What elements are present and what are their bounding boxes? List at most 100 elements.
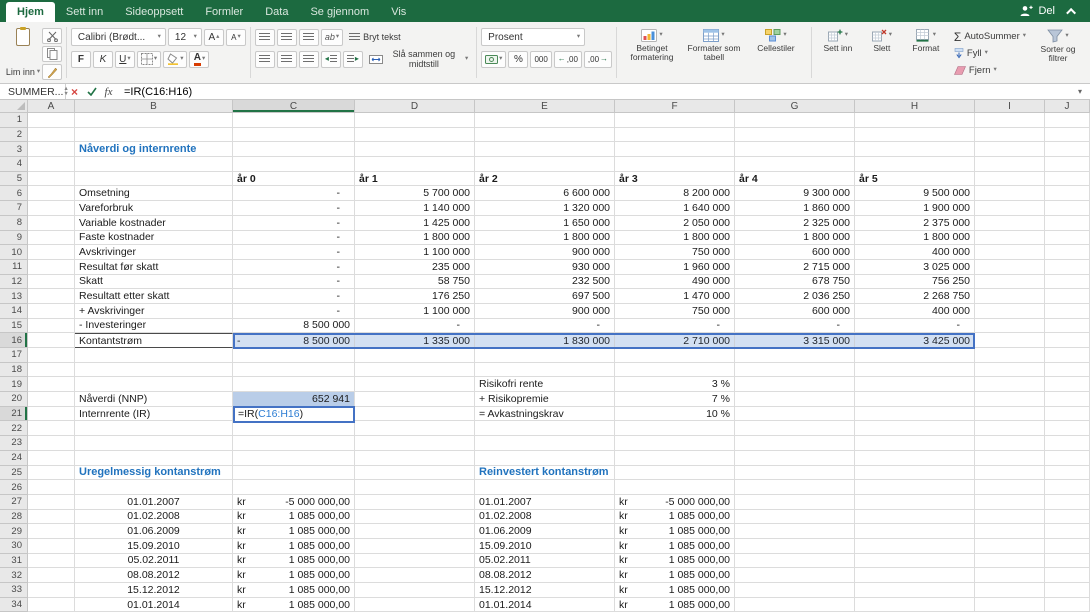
tab-formler[interactable]: Formler <box>194 2 254 22</box>
row-header-22[interactable]: 22 <box>0 421 28 437</box>
cell-C23[interactable] <box>233 436 355 451</box>
cell-J24[interactable] <box>1045 450 1090 466</box>
borders-button[interactable]: ▾ <box>136 50 162 68</box>
cell-C24[interactable] <box>233 450 355 466</box>
column-header-B[interactable]: B <box>75 100 233 113</box>
cell-F17[interactable] <box>615 348 735 363</box>
cell-G10[interactable]: 600 000 <box>735 245 855 260</box>
cell-F18[interactable] <box>615 362 735 378</box>
cell-E23[interactable] <box>475 436 615 451</box>
decrease-font-size-button[interactable]: A ▾ <box>225 28 246 46</box>
row-header-23[interactable]: 23 <box>0 436 28 451</box>
cell-E16[interactable]: 1 830 000 <box>475 333 615 348</box>
cell-C19[interactable] <box>233 377 355 393</box>
cell-D5[interactable]: år 1 <box>355 171 475 187</box>
cell-D8[interactable]: 1 425 000 <box>355 215 475 231</box>
cell-C29[interactable]: kr 1 085 000,00 <box>233 524 355 539</box>
cell-F29[interactable]: kr 1 085 000,00 <box>615 524 735 539</box>
cell-H17[interactable] <box>855 348 975 363</box>
row-header-20[interactable]: 20 <box>0 392 28 407</box>
cell-G9[interactable]: 1 800 000 <box>735 230 855 246</box>
tab-se-gjennom[interactable]: Se gjennom <box>299 2 380 22</box>
cell-D1[interactable] <box>355 113 475 128</box>
cell-J26[interactable] <box>1045 480 1090 495</box>
cell-I24[interactable] <box>975 450 1045 466</box>
comma-format-button[interactable]: 000 <box>530 50 552 68</box>
align-center-button[interactable] <box>276 50 297 68</box>
active-cell-edit-C21[interactable]: =IR(C16:H16) <box>233 406 355 423</box>
text-orientation-button[interactable]: ab ▾ <box>320 28 344 46</box>
cell-H9[interactable]: 1 800 000 <box>855 230 975 246</box>
cell-A8[interactable] <box>28 215 75 231</box>
cell-F22[interactable] <box>615 421 735 437</box>
cell-E14[interactable]: 900 000 <box>475 303 615 319</box>
row-header-24[interactable]: 24 <box>0 450 28 466</box>
cell-D18[interactable] <box>355 362 475 378</box>
decrease-decimal-button[interactable]: ,00 → <box>583 50 613 68</box>
cell-D15[interactable]: - <box>355 318 475 334</box>
cell-F34[interactable]: kr 1 085 000,00 <box>615 597 735 613</box>
cell-B8[interactable]: Variable kostnader <box>75 215 233 231</box>
cell-B14[interactable]: + Avskrivinger <box>75 303 233 319</box>
cell-I29[interactable] <box>975 524 1045 539</box>
cell-B22[interactable] <box>75 421 233 437</box>
cell-F12[interactable]: 490 000 <box>615 274 735 290</box>
cell-E18[interactable] <box>475 362 615 378</box>
cell-I8[interactable] <box>975 215 1045 231</box>
cell-F31[interactable]: kr 1 085 000,00 <box>615 553 735 569</box>
cell-C6[interactable]: - <box>233 186 355 202</box>
cell-E34[interactable]: 01.01.2014 <box>475 597 615 613</box>
cell-C9[interactable]: - <box>233 230 355 246</box>
row-header-17[interactable]: 17 <box>0 348 28 363</box>
cell-C33[interactable]: kr 1 085 000,00 <box>233 583 355 598</box>
cell-B20[interactable]: Nåverdi (NNP) <box>75 392 233 407</box>
cell-F8[interactable]: 2 050 000 <box>615 215 735 231</box>
cell-G34[interactable] <box>735 597 855 613</box>
cell-F7[interactable]: 1 640 000 <box>615 201 735 216</box>
cell-J19[interactable] <box>1045 377 1090 393</box>
cell-G30[interactable] <box>735 538 855 554</box>
cell-E1[interactable] <box>475 113 615 128</box>
cell-F19[interactable]: 3 % <box>615 377 735 393</box>
cell-C8[interactable]: - <box>233 215 355 231</box>
cell-A16[interactable] <box>28 333 75 348</box>
cell-F5[interactable]: år 3 <box>615 171 735 187</box>
cell-C2[interactable] <box>233 127 355 143</box>
cell-I20[interactable] <box>975 392 1045 407</box>
cell-B12[interactable]: Skatt <box>75 274 233 290</box>
cell-D29[interactable] <box>355 524 475 539</box>
cell-G4[interactable] <box>735 157 855 172</box>
cell-I22[interactable] <box>975 421 1045 437</box>
cell-G13[interactable]: 2 036 250 <box>735 289 855 304</box>
cell-F32[interactable]: kr 1 085 000,00 <box>615 568 735 583</box>
cell-A28[interactable] <box>28 509 75 525</box>
cell-C5[interactable]: år 0 <box>233 171 355 187</box>
select-all-corner[interactable] <box>0 100 28 113</box>
cell-F25[interactable] <box>615 465 735 481</box>
cell-G17[interactable] <box>735 348 855 363</box>
cell-J22[interactable] <box>1045 421 1090 437</box>
merge-center-button[interactable]: Slå sammen og midtstill ▾ <box>365 49 472 69</box>
cell-A23[interactable] <box>28 436 75 451</box>
cell-C27[interactable]: kr -5 000 000,00 <box>233 494 355 510</box>
cell-D11[interactable]: 235 000 <box>355 259 475 275</box>
cell-B19[interactable] <box>75 377 233 393</box>
cell-C3[interactable] <box>233 142 355 158</box>
cell-A2[interactable] <box>28 127 75 143</box>
cell-E8[interactable]: 1 650 000 <box>475 215 615 231</box>
column-header-F[interactable]: F <box>615 100 735 113</box>
cell-A6[interactable] <box>28 186 75 202</box>
cell-A17[interactable] <box>28 348 75 363</box>
cell-I1[interactable] <box>975 113 1045 128</box>
cell-C1[interactable] <box>233 113 355 128</box>
cell-D25[interactable] <box>355 465 475 481</box>
cell-A25[interactable] <box>28 465 75 481</box>
cell-I34[interactable] <box>975 597 1045 613</box>
cell-H14[interactable]: 400 000 <box>855 303 975 319</box>
cell-J16[interactable] <box>1045 333 1090 348</box>
delete-cells-button[interactable]: ▾ Slett <box>860 25 904 80</box>
cell-C18[interactable] <box>233 362 355 378</box>
sort-filter-button[interactable]: ▾ Sorter og filtrer <box>1032 25 1084 80</box>
cell-C16[interactable]: -8 500 000 <box>233 333 355 348</box>
cell-A21[interactable] <box>28 406 75 422</box>
